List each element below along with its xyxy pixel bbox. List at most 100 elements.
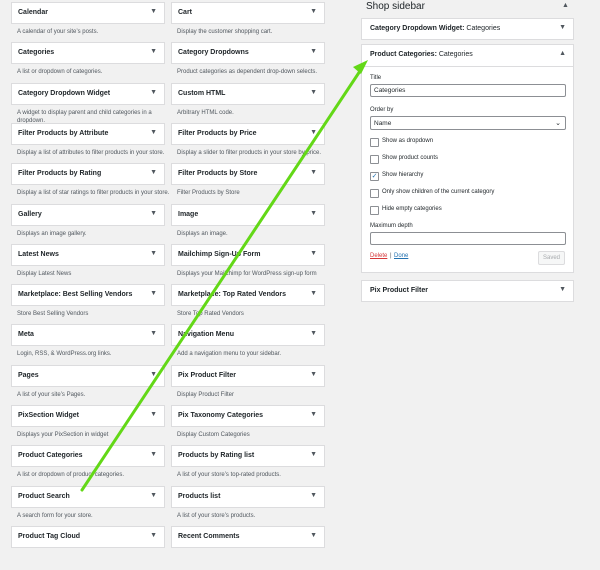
caret-down-icon[interactable]: ▼: [559, 24, 566, 31]
saved-button[interactable]: Saved: [538, 251, 565, 265]
widget-custom-html[interactable]: Custom HTML ▼: [171, 83, 325, 105]
caret-down-icon[interactable]: ▼: [310, 89, 317, 96]
widget-description: Display the customer shopping cart.: [177, 29, 273, 35]
widget-description: A list of your store’s products.: [177, 513, 256, 519]
widget-image[interactable]: Image ▼: [171, 204, 325, 226]
caret-down-icon[interactable]: ▼: [310, 532, 317, 539]
orderby-label: Order by: [370, 107, 394, 113]
caret-down-icon[interactable]: ▼: [150, 89, 157, 96]
widget-meta[interactable]: Meta ▼: [11, 324, 165, 346]
widget-description: Login, RSS, & WordPress.org links.: [17, 351, 112, 357]
delete-link[interactable]: Delete: [370, 253, 387, 259]
widget-mailchimp-sign-up-form[interactable]: Mailchimp Sign-Up Form ▼: [171, 244, 325, 266]
checkbox-checked[interactable]: ✓: [370, 172, 379, 181]
caret-down-icon[interactable]: ▼: [310, 210, 317, 217]
caret-down-icon[interactable]: ▼: [150, 451, 157, 458]
caret-up-icon[interactable]: ▲: [559, 50, 566, 57]
widget-filter-products-by-price[interactable]: Filter Products by Price ▼: [171, 123, 325, 145]
caret-down-icon[interactable]: ▼: [310, 48, 317, 55]
caret-up-icon[interactable]: ▲: [562, 2, 569, 9]
widget-description: A search form for your store.: [17, 513, 93, 519]
caret-down-icon[interactable]: ▼: [150, 8, 157, 15]
checkbox[interactable]: [370, 138, 379, 147]
caret-down-icon[interactable]: ▼: [559, 286, 566, 293]
widget-filter-products-by-store[interactable]: Filter Products by Store ▼: [171, 163, 325, 185]
caret-down-icon[interactable]: ▼: [150, 210, 157, 217]
caret-down-icon[interactable]: ▼: [310, 169, 317, 176]
caret-down-icon[interactable]: ▼: [310, 250, 317, 257]
widget-latest-news[interactable]: Latest News ▼: [11, 244, 165, 266]
checkbox-label: Only show children of the current catego…: [382, 189, 495, 195]
caret-down-icon[interactable]: ▼: [310, 411, 317, 418]
caret-down-icon[interactable]: ▼: [150, 371, 157, 378]
widget-title: Marketplace: Best Selling Vendors: [18, 291, 133, 298]
widget-description: Display Latest News: [17, 271, 72, 277]
widget-products-list[interactable]: Products list ▼: [171, 486, 325, 508]
checkbox[interactable]: [370, 155, 379, 164]
caret-down-icon[interactable]: ▼: [310, 371, 317, 378]
widget-title: Category Dropdown Widget: [18, 90, 111, 97]
caret-down-icon[interactable]: ▼: [310, 451, 317, 458]
widget-pix-taxonomy-categories[interactable]: Pix Taxonomy Categories ▼: [171, 405, 325, 427]
widget-title: Custom HTML: [178, 90, 226, 97]
widget-filter-products-by-rating[interactable]: Filter Products by Rating ▼: [11, 163, 165, 185]
widget-title: Calendar: [18, 9, 48, 16]
panel-header[interactable]: Product Categories: Categories ▲: [362, 45, 573, 67]
widget-pix-product-filter[interactable]: Pix Product Filter ▼: [171, 365, 325, 387]
widget-title: Pages: [18, 372, 39, 379]
widget-title: Image: [178, 211, 199, 218]
max-depth-input[interactable]: [370, 232, 566, 245]
orderby-select[interactable]: Name ⌄: [370, 116, 566, 130]
caret-down-icon[interactable]: ▼: [150, 330, 157, 337]
widget-description: Display a list of attributes to filter p…: [17, 150, 165, 156]
widget-product-search[interactable]: Product Search ▼: [11, 486, 165, 508]
widget-marketplace-best-selling-vendors[interactable]: Marketplace: Best Selling Vendors ▼: [11, 284, 165, 306]
widget-description: A list of your site’s Pages.: [17, 392, 86, 398]
caret-down-icon[interactable]: ▼: [150, 411, 157, 418]
widget-description: Displays an image gallery.: [17, 231, 87, 237]
widget-category-dropdown-widget[interactable]: Category Dropdown Widget ▼: [11, 83, 165, 105]
widget-product-categories[interactable]: Product Categories ▼: [11, 445, 165, 467]
widget-products-by-rating-list[interactable]: Products by Rating list ▼: [171, 445, 325, 467]
caret-down-icon[interactable]: ▼: [310, 492, 317, 499]
widget-pixsection-widget[interactable]: PixSection Widget ▼: [11, 405, 165, 427]
widget-marketplace-top-rated-vendors[interactable]: Marketplace: Top Rated Vendors ▼: [171, 284, 325, 306]
done-link[interactable]: Done: [394, 253, 408, 259]
widget-recent-comments[interactable]: Recent Comments ▼: [171, 526, 325, 548]
widget-navigation-menu[interactable]: Navigation Menu ▼: [171, 324, 325, 346]
checkbox[interactable]: [370, 189, 379, 198]
caret-down-icon[interactable]: ▼: [150, 290, 157, 297]
caret-down-icon[interactable]: ▼: [310, 330, 317, 337]
widget-pages[interactable]: Pages ▼: [11, 365, 165, 387]
sidebar-widget-title: Category Dropdown Widget:: [370, 25, 465, 32]
widget-title: Mailchimp Sign-Up Form: [178, 251, 261, 258]
caret-down-icon[interactable]: ▼: [150, 250, 157, 257]
title-label: Title: [370, 75, 382, 81]
widget-cart[interactable]: Cart ▼: [171, 2, 325, 24]
widget-category-dropdowns[interactable]: Category Dropdowns ▼: [171, 42, 325, 64]
widget-title: Latest News: [18, 251, 59, 258]
widget-title: Filter Products by Attribute: [18, 130, 109, 137]
widget-description: Displays an image.: [177, 231, 228, 237]
widget-categories[interactable]: Categories ▼: [11, 42, 165, 64]
caret-down-icon[interactable]: ▼: [150, 169, 157, 176]
caret-down-icon[interactable]: ▼: [150, 492, 157, 499]
caret-down-icon[interactable]: ▼: [150, 129, 157, 136]
checkbox[interactable]: [370, 206, 379, 215]
widget-title: Categories: [18, 49, 55, 56]
widget-description: Product categories as dependent drop-dow…: [177, 69, 318, 75]
caret-down-icon[interactable]: ▼: [150, 48, 157, 55]
caret-down-icon[interactable]: ▼: [310, 290, 317, 297]
title-input[interactable]: [370, 84, 566, 97]
widget-product-tag-cloud[interactable]: Product Tag Cloud ▼: [11, 526, 165, 548]
widget-filter-products-by-attribute[interactable]: Filter Products by Attribute ▼: [11, 123, 165, 145]
caret-down-icon[interactable]: ▼: [310, 8, 317, 15]
widget-gallery[interactable]: Gallery ▼: [11, 204, 165, 226]
sidebar-widget-category-dropdown[interactable]: Category Dropdown Widget: Categories ▼: [361, 18, 574, 40]
caret-down-icon[interactable]: ▼: [310, 129, 317, 136]
widget-title: Pix Taxonomy Categories: [178, 412, 264, 419]
widget-title: Gallery: [18, 211, 42, 218]
sidebar-widget-pix-product-filter[interactable]: Pix Product Filter ▼: [361, 280, 574, 302]
widget-calendar[interactable]: Calendar ▼: [11, 2, 165, 24]
caret-down-icon[interactable]: ▼: [150, 532, 157, 539]
